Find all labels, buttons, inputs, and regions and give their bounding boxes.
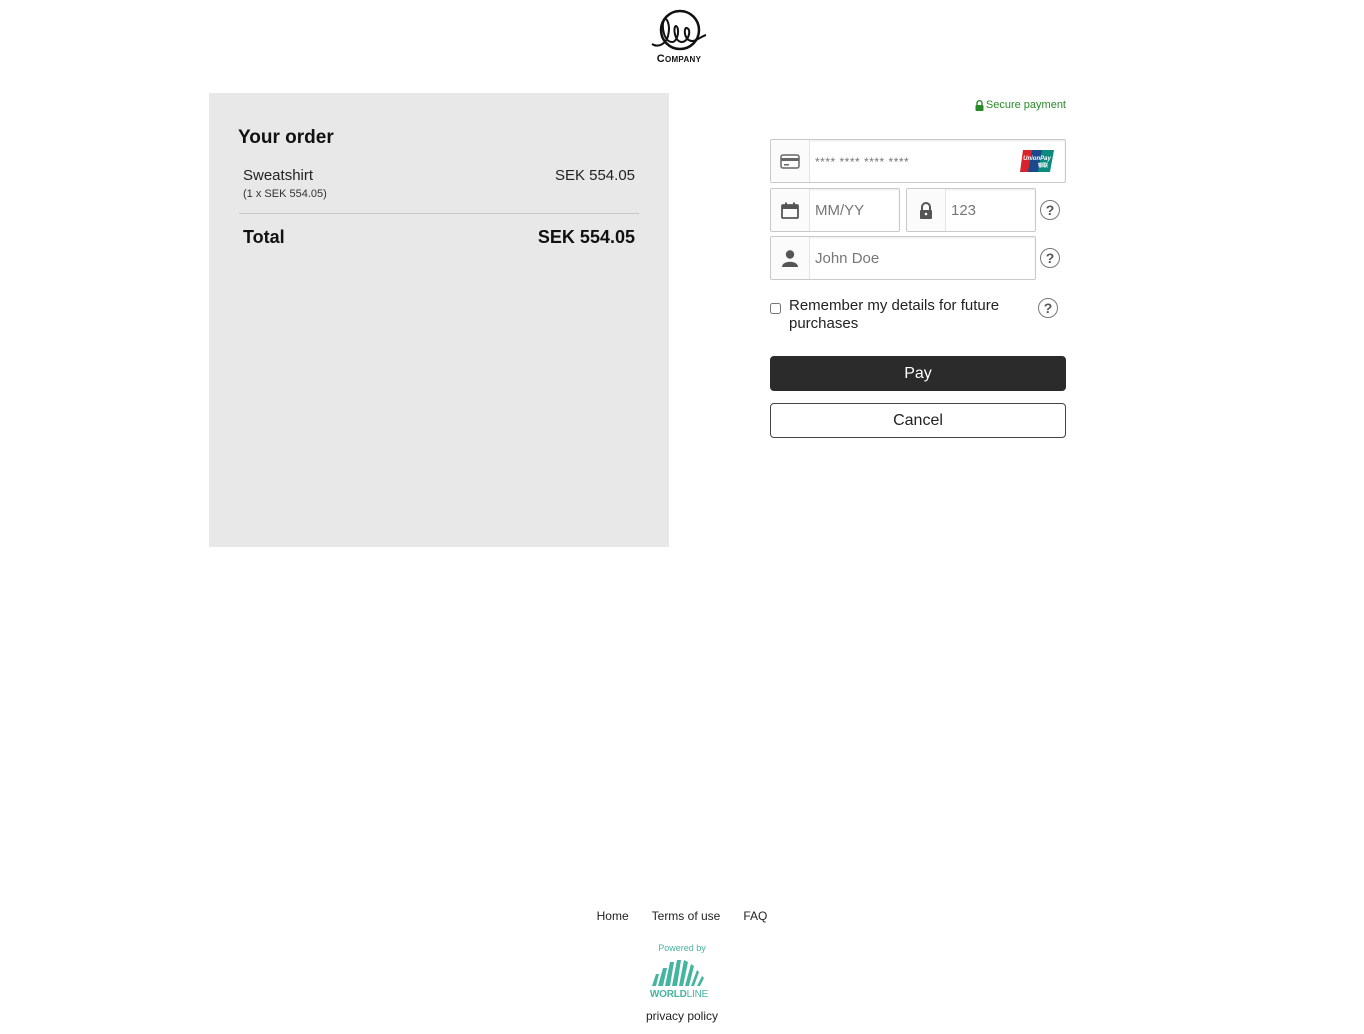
- remember-details-option[interactable]: Remember my details for future purchases: [770, 297, 1030, 333]
- padlock-icon: [907, 189, 946, 231]
- order-summary-panel: Your order Sweatshirt (1 x SEK 554.05) S…: [209, 93, 669, 547]
- worldline-wordmark: WORLDLINE: [648, 989, 710, 1000]
- secure-payment-label: Secure payment: [985, 99, 1066, 111]
- secure-payment-notice: Secure payment: [975, 99, 1066, 111]
- cardholder-help-icon[interactable]: ?: [1040, 248, 1060, 268]
- unionpay-logo-icon: UnionPay 银联: [1019, 149, 1055, 173]
- worldline-logo-icon: [652, 960, 704, 986]
- order-item-name: Sweatshirt: [243, 167, 314, 184]
- svg-text:银联: 银联: [1037, 162, 1048, 169]
- user-icon: [771, 237, 810, 279]
- worldline-logo: WORLDLINE: [648, 958, 710, 1004]
- cvc-help-icon[interactable]: ?: [1040, 200, 1060, 220]
- privacy-policy-link[interactable]: privacy policy: [646, 1009, 718, 1023]
- footer-nav: Home Terms of use FAQ: [0, 909, 1364, 923]
- order-total-value: SEK 554.05: [537, 227, 635, 247]
- cvc-field[interactable]: [906, 188, 1036, 232]
- order-divider: [239, 213, 639, 214]
- cancel-button[interactable]: Cancel: [770, 403, 1066, 438]
- powered-by-label: Powered by: [658, 943, 706, 953]
- credit-card-icon: [771, 140, 810, 182]
- card-number-field[interactable]: UnionPay 银联: [770, 139, 1066, 183]
- pay-button[interactable]: Pay: [770, 356, 1066, 391]
- company-logo-icon: [651, 9, 707, 51]
- expiry-input[interactable]: [810, 188, 899, 232]
- footer-link-terms[interactable]: Terms of use: [652, 909, 721, 923]
- worldline-wordmark-bold: WORLD: [649, 989, 687, 1000]
- footer-link-faq[interactable]: FAQ: [743, 909, 767, 923]
- svg-text:UnionPay: UnionPay: [1023, 156, 1051, 162]
- company-logo-text: Company: [656, 53, 702, 65]
- remember-help-icon[interactable]: ?: [1038, 298, 1058, 318]
- footer-link-home[interactable]: Home: [597, 909, 629, 923]
- order-title: Your order: [238, 127, 334, 148]
- card-number-input[interactable]: [810, 139, 1019, 183]
- expiry-field[interactable]: [770, 188, 900, 232]
- cvc-input[interactable]: [946, 188, 1035, 232]
- order-total-label: Total: [243, 227, 285, 247]
- remember-details-label: Remember my details for future purchases: [789, 297, 1000, 332]
- company-logo: Company: [644, 8, 714, 70]
- privacy-policy: privacy policy: [0, 1009, 1364, 1023]
- order-item-detail: (1 x SEK 554.05): [243, 188, 327, 200]
- lock-icon: [975, 99, 984, 111]
- calendar-icon: [771, 189, 810, 231]
- worldline-wordmark-light: LINE: [686, 989, 709, 1000]
- remember-details-checkbox[interactable]: [770, 303, 781, 314]
- cardholder-name-input[interactable]: [810, 236, 1035, 280]
- cardholder-name-field[interactable]: [770, 236, 1036, 280]
- order-item-price: SEK 554.05: [554, 167, 635, 184]
